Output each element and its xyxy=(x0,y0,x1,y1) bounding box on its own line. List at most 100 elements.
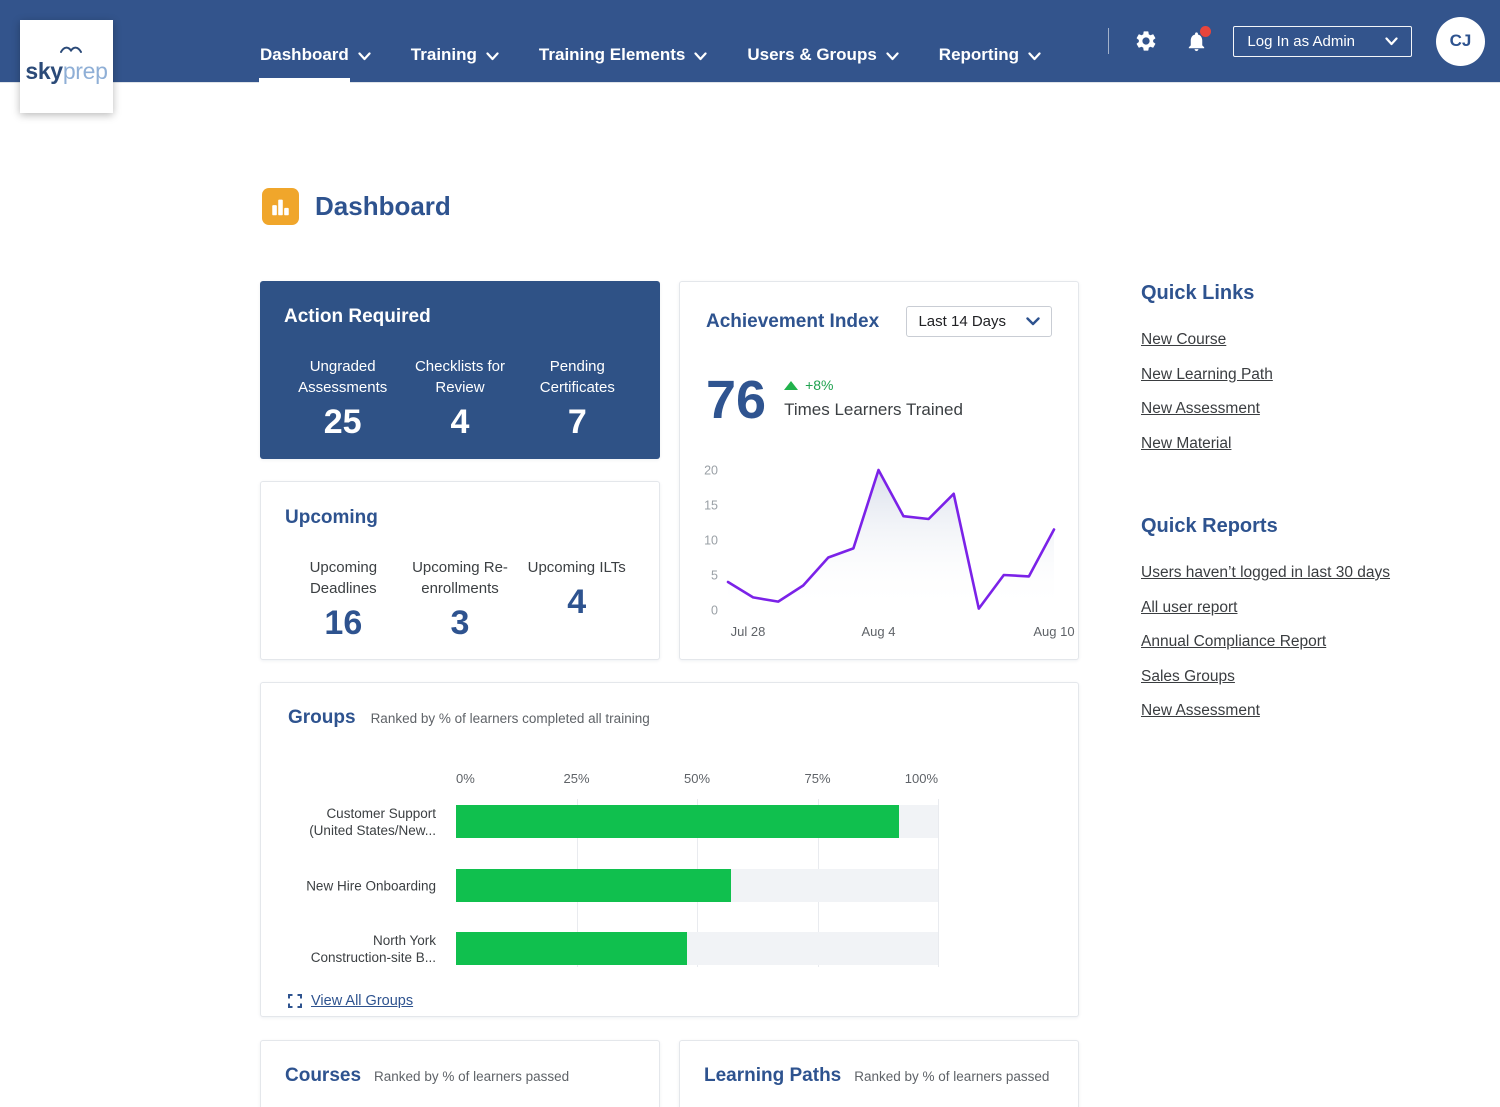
stat-label: Upcoming Re-enrollments xyxy=(402,557,519,599)
quick-reports-title: Quick Reports xyxy=(1141,515,1491,538)
group-bar-label: New Hire Onboarding xyxy=(288,877,436,894)
chevron-down-icon xyxy=(694,52,707,61)
page-title: Dashboard xyxy=(315,191,451,222)
navbar-divider xyxy=(1108,28,1109,54)
view-all-groups-link[interactable]: View All Groups xyxy=(288,993,413,1009)
chevron-down-icon xyxy=(358,52,371,61)
group-bar-track xyxy=(456,932,938,965)
nav-item-users-groups[interactable]: Users & Groups xyxy=(747,45,898,65)
groups-card: Groups Ranked by % of learners completed… xyxy=(260,682,1079,1017)
nav-item-reporting[interactable]: Reporting xyxy=(939,45,1041,65)
courses-title: Courses xyxy=(285,1065,361,1087)
achievement-index-card: Achievement Index Last 14 Days 76 +8% Ti… xyxy=(679,281,1079,660)
courses-card: Courses Ranked by % of learners passed xyxy=(260,1040,660,1107)
chevron-down-icon xyxy=(1026,317,1040,326)
svg-text:20: 20 xyxy=(704,464,718,478)
main-nav: Dashboard Training Training Elements Users … xyxy=(260,45,1041,82)
group-bar xyxy=(456,932,687,965)
group-bar-label: North YorkConstruction-site B... xyxy=(288,932,436,966)
stat-upcoming-ilts: Upcoming ILTs 4 xyxy=(518,557,635,643)
notification-badge xyxy=(1200,26,1211,37)
chevron-down-icon xyxy=(486,52,499,61)
stat-value: 16 xyxy=(285,604,402,643)
navbar-right-cluster: Log In as Admin CJ xyxy=(1108,0,1500,83)
svg-text:10: 10 xyxy=(704,534,718,548)
link-new-assessment[interactable]: New Assessment xyxy=(1141,702,1491,720)
upcoming-card: Upcoming Upcoming Deadlines 16Upcoming Re… xyxy=(260,481,660,660)
group-bar-track xyxy=(456,805,938,838)
stat-label: Upcoming ILTs xyxy=(518,557,635,578)
link-sales-groups[interactable]: Sales Groups xyxy=(1141,668,1491,686)
stat-value: 4 xyxy=(518,583,635,622)
stat-upcoming-deadlines: Upcoming Deadlines 16 xyxy=(285,557,402,643)
chevron-down-icon xyxy=(1385,37,1398,46)
svg-text:Aug 10: Aug 10 xyxy=(1033,624,1074,639)
learning-paths-subtitle: Ranked by % of learners passed xyxy=(854,1069,1049,1084)
stat-value: 3 xyxy=(402,604,519,643)
groups-subtitle: Ranked by % of learners completed all tr… xyxy=(371,711,650,726)
achievement-value: 76 xyxy=(706,375,766,425)
stat-checklists-for-review: Checklists for Review 4 xyxy=(401,356,518,442)
skyprep-logo[interactable]: skyprep xyxy=(20,20,113,113)
stat-upcoming-re-enrollments: Upcoming Re-enrollments 3 xyxy=(402,557,519,643)
group-bar xyxy=(456,805,899,838)
achievement-line-chart: 20151050Jul 28Aug 4Aug 10 xyxy=(680,450,1080,650)
stat-value: 7 xyxy=(519,403,636,442)
nav-item-training[interactable]: Training xyxy=(411,45,499,65)
date-range-dropdown[interactable]: Last 14 Days xyxy=(906,306,1052,337)
stat-pending-certificates: Pending Certificates 7 xyxy=(519,356,636,442)
action-required-title: Action Required xyxy=(284,306,636,328)
achievement-caption: Times Learners Trained xyxy=(784,400,963,420)
dashboard-chart-icon xyxy=(262,188,299,225)
notifications-bell-icon[interactable] xyxy=(1183,28,1209,54)
logo-text-bold: sky xyxy=(25,58,62,84)
stat-label: Ungraded Assessments xyxy=(284,356,401,398)
groups-bar-chart: 0%25%50%75%100%Customer Support(United S… xyxy=(288,771,1051,977)
link-users-haven-t-logged-in-last-30-days[interactable]: Users haven’t logged in last 30 days xyxy=(1141,564,1491,582)
group-bar-track xyxy=(456,869,938,902)
link-annual-compliance-report[interactable]: Annual Compliance Report xyxy=(1141,633,1491,651)
page-title-row: Dashboard xyxy=(262,188,451,225)
quick-reports-list: Users haven’t logged in last 30 days All … xyxy=(1141,564,1491,720)
stat-value: 4 xyxy=(401,403,518,442)
stat-label: Upcoming Deadlines xyxy=(285,557,402,599)
nav-item-training-elements[interactable]: Training Elements xyxy=(539,45,707,65)
quick-links-list: New Course New Learning Path New Assessmen… xyxy=(1141,331,1491,453)
axis-label: 0% xyxy=(456,771,475,786)
svg-text:15: 15 xyxy=(704,499,718,513)
axis-label: 75% xyxy=(804,771,830,786)
bird-icon xyxy=(59,44,83,54)
action-required-stats: Ungraded Assessments 25Checklists for Rev… xyxy=(284,356,636,442)
link-new-course[interactable]: New Course xyxy=(1141,331,1491,349)
settings-gear-icon[interactable] xyxy=(1133,28,1159,54)
link-new-assessment[interactable]: New Assessment xyxy=(1141,400,1491,418)
achievement-index-title: Achievement Index xyxy=(706,311,879,333)
stat-label: Checklists for Review xyxy=(401,356,518,398)
axis-label: 100% xyxy=(905,771,938,786)
stat-label: Pending Certificates xyxy=(519,356,636,398)
learning-paths-title: Learning Paths xyxy=(704,1065,841,1087)
action-required-card: Action Required Ungraded Assessments 25Ch… xyxy=(260,281,660,459)
expand-icon xyxy=(288,994,302,1008)
learning-paths-card: Learning Paths Ranked by % of learners p… xyxy=(679,1040,1079,1107)
svg-text:5: 5 xyxy=(711,569,718,583)
link-new-learning-path[interactable]: New Learning Path xyxy=(1141,366,1491,384)
courses-subtitle: Ranked by % of learners passed xyxy=(374,1069,569,1084)
upcoming-stats: Upcoming Deadlines 16Upcoming Re-enrollme… xyxy=(285,557,635,643)
axis-label: 50% xyxy=(684,771,710,786)
link-all-user-report[interactable]: All user report xyxy=(1141,599,1491,617)
chevron-down-icon xyxy=(1028,52,1041,61)
user-avatar[interactable]: CJ xyxy=(1436,17,1485,66)
link-new-material[interactable]: New Material xyxy=(1141,435,1491,453)
achievement-delta: +8% xyxy=(805,377,833,393)
stat-ungraded-assessments: Ungraded Assessments 25 xyxy=(284,356,401,442)
stat-value: 25 xyxy=(284,403,401,442)
axis-label: 25% xyxy=(563,771,589,786)
right-sidebar: Quick Links New CourseNew Learning PathN… xyxy=(1141,282,1491,737)
log-in-as-admin-button[interactable]: Log In as Admin xyxy=(1233,26,1412,57)
upcoming-title: Upcoming xyxy=(285,507,635,529)
svg-text:Jul 28: Jul 28 xyxy=(731,624,766,639)
nav-item-dashboard[interactable]: Dashboard xyxy=(260,45,371,65)
svg-text:0: 0 xyxy=(711,604,718,618)
group-bar xyxy=(456,869,731,902)
